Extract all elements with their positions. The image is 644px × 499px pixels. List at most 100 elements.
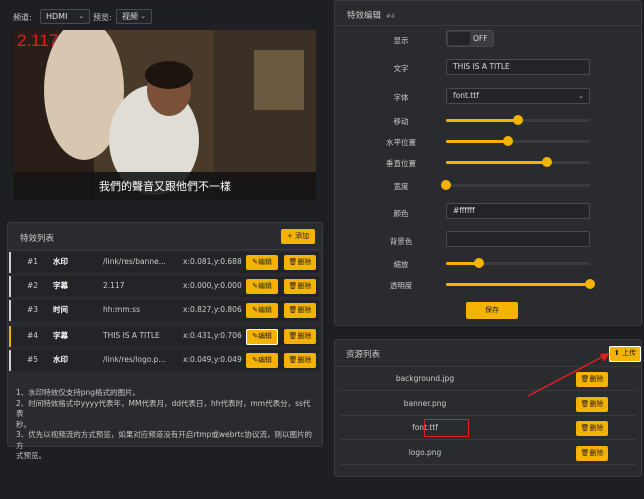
label-vpos: 垂直位置 [386,159,416,168]
text-input[interactable]: THIS IS A TITLE [446,59,590,75]
delete-effect-button[interactable]: 🗑删除 [284,279,316,294]
effect-type: 字幕 [53,331,68,340]
effect-content: /link/res/logo.p... [103,355,166,364]
opacity-slider-fill [446,283,590,286]
channel-select[interactable]: HDMI ⌄ [40,9,90,24]
effects-notes: 1、水印特效仅支持png格式的图片。 2、时间特效格式中yyyy代表年，MM代表… [16,388,316,462]
resource-title: 资源列表 [346,350,381,360]
preview-label: 预览: [93,13,112,22]
label-color: 颜色 [393,209,409,218]
label-scale: 缩放 [393,260,409,269]
annotation-arrow [527,353,610,397]
save-button[interactable]: 保存 [466,302,518,319]
delete-label: 删除 [297,332,312,340]
note-line: 3、优先以视频流的方式预览，如果对应频道没有开启rtmp或webrtc协议流，则… [16,430,313,450]
delete-label: 删除 [297,282,312,290]
delete-resource-button[interactable]: 🗑删除 [576,421,608,436]
delete-label: 删除 [589,449,604,457]
add-effect-button[interactable]: + 添加 [281,229,315,244]
note-line: 秒。 [16,419,31,429]
label-show: 显示 [393,36,409,45]
divider [335,25,641,26]
toggle-knob [448,32,470,45]
label-text: 文字 [393,64,409,73]
toggle-state: OFF [473,34,488,43]
channel-select-value: HDMI [46,12,68,21]
edit-effect-button[interactable]: ✎编辑 [246,303,278,318]
font-select[interactable]: font.ttf ⌄ [446,88,590,104]
editor-title-text: 特效编辑 [347,11,382,21]
effect-content: THIS IS A TITLE [103,331,160,340]
edit-effect-button[interactable]: ✎编辑 [246,353,278,368]
delete-effect-button[interactable]: 🗑删除 [284,329,316,344]
effect-position: x:0.827,y:0.806 [183,305,242,314]
chevron-down-icon: ⌄ [140,12,146,20]
font-select-value: font.ttf [453,91,479,100]
hpos-slider-handle[interactable] [502,136,513,146]
edit-effect-button[interactable]: ✎编辑 [246,255,278,270]
effect-num: #4 [27,331,39,340]
effect-type: 字幕 [53,281,68,290]
edit-effect-button[interactable]: ✎编辑 [246,279,278,294]
edit-label: 编辑 [257,356,272,364]
opacity-slider-handle[interactable] [585,279,595,289]
video-frame-image [14,30,316,200]
preview-select[interactable]: 视频 ⌄ [116,9,152,24]
effect-num: #2 [27,281,39,290]
chevron-down-icon: ⌄ [78,12,84,20]
move-slider-handle[interactable] [513,115,523,125]
highlight-box [424,419,469,437]
delete-label: 删除 [589,400,604,408]
effect-content: /link/res/banne... [103,257,166,266]
delete-label: 删除 [589,424,604,432]
delete-resource-button[interactable]: 🗑删除 [576,446,608,461]
resource-name: background.jpg [395,374,455,383]
channel-label: 频道: [13,13,32,22]
bgcolor-input[interactable] [446,231,590,247]
video-preview: 2.117 我們的聲音又跟他們不一樣 [14,30,316,200]
note-line: 2、时间特效格式中yyyy代表年，MM代表月，dd代表日，hh代表时，mm代表分… [16,398,311,419]
editor-badge: #4 [385,13,395,20]
delete-effect-button[interactable]: 🗑删除 [284,353,316,368]
edit-effect-button[interactable]: ✎编辑 [246,329,278,345]
effect-position: x:0.000,y:0.000 [183,281,242,290]
video-subtitle: 我們的聲音又跟他們不一樣 [99,180,231,193]
effect-type: 水印 [53,257,68,266]
delete-label: 删除 [297,258,312,266]
overlay-text: 2.117 [17,31,59,50]
divider [8,249,322,250]
color-input[interactable]: #ffffff [446,203,590,219]
effect-num: #5 [27,355,39,364]
edit-label: 编辑 [257,258,272,266]
edit-label: 编辑 [257,282,272,290]
label-opacity: 透明度 [389,281,413,290]
effect-content: hh:mm:ss [103,305,140,314]
delete-effect-button[interactable]: 🗑删除 [284,255,316,270]
effect-type: 水印 [53,355,68,364]
effect-position: x:0.431,y:0.706 [183,331,242,340]
resource-name: banner.png [403,399,447,408]
width-slider-track[interactable] [446,184,590,187]
delete-label: 删除 [297,356,312,364]
label-width: 宽度 [393,182,409,191]
delete-effect-button[interactable]: 🗑删除 [284,303,316,318]
edit-label: 编辑 [257,332,272,340]
chevron-down-icon: ⌄ [578,92,584,100]
label-hpos: 水平位置 [386,138,416,147]
effect-num: #3 [27,305,39,314]
delete-label: 删除 [297,306,312,314]
effect-position: x:0.049,y:0.049 [183,355,242,364]
note-line: 式预览。 [16,451,46,460]
editor-title: 特效编辑 #4 [347,9,395,21]
vpos-slider-handle[interactable] [541,157,552,167]
effect-position: x:0.081,y:0.688 [183,257,242,266]
move-slider-fill [446,119,518,122]
show-toggle[interactable]: OFF [446,30,494,47]
resource-name: logo.png [408,448,442,457]
note-line: 1、水印特效仅支持png格式的图片。 [16,388,141,397]
effect-content: 2.117 [103,281,125,290]
label-font: 字体 [393,93,409,102]
vpos-slider-fill [446,161,547,164]
upload-label: 上传 [622,349,637,357]
width-slider-handle[interactable] [441,180,451,190]
